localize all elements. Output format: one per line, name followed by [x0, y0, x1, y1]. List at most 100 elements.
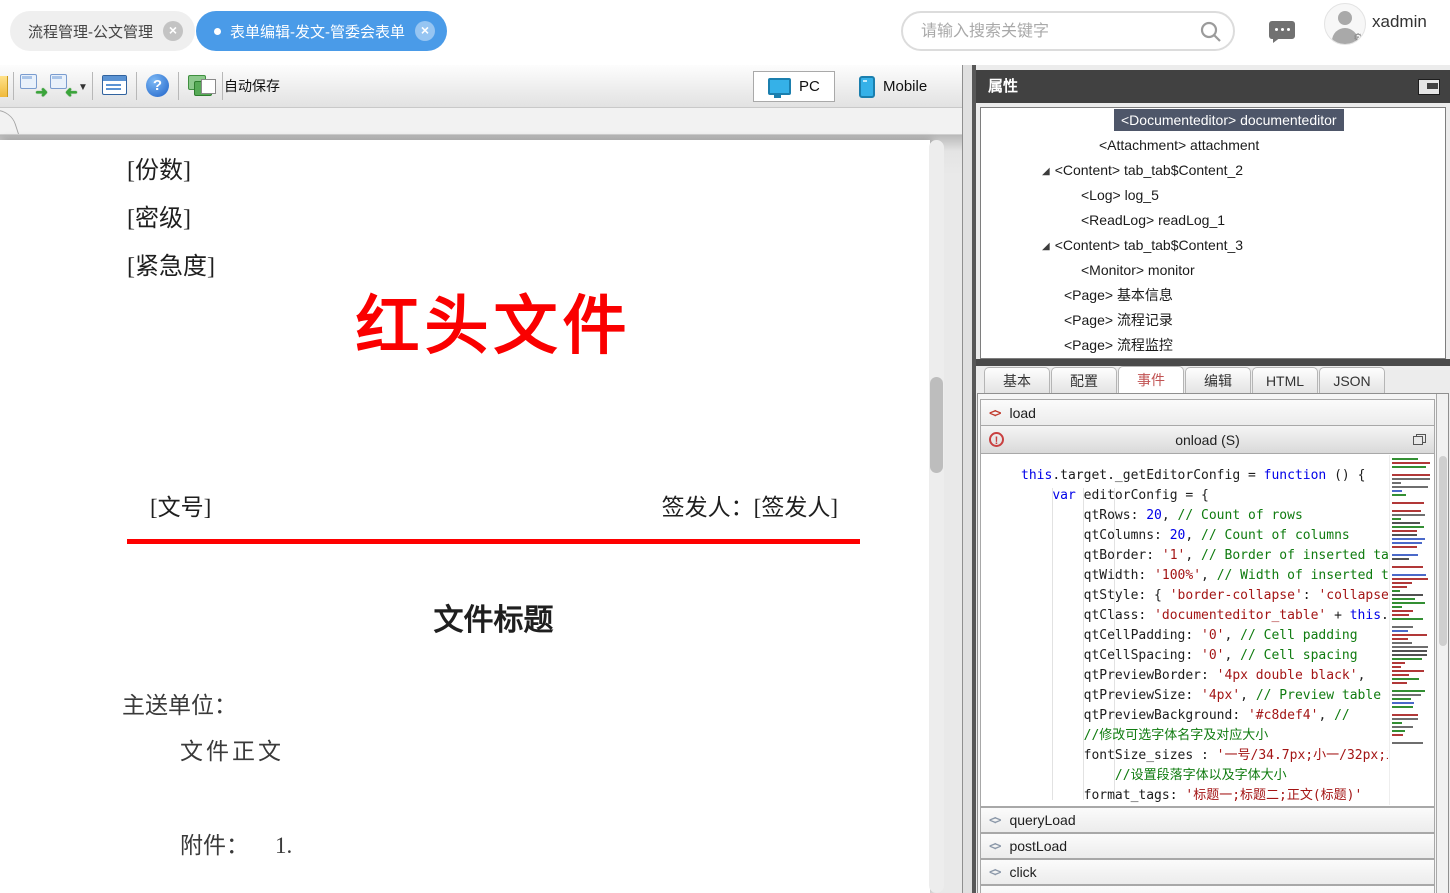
event-label: load — [1009, 404, 1036, 421]
panel-tab-配置[interactable]: 配置 — [1051, 367, 1117, 393]
clipped-save-icon[interactable] — [0, 76, 8, 97]
search-icon[interactable] — [1199, 20, 1223, 44]
tree-node-log_5[interactable]: <Log> log_5 — [981, 183, 1445, 208]
red-divider-line — [127, 539, 860, 544]
code-editor[interactable]: this.target._getEditorConfig = function … — [980, 454, 1435, 807]
autosave-checkbox[interactable] — [201, 79, 216, 94]
field-urgency[interactable]: [紧急度] — [127, 246, 215, 281]
page-scrollbar-thumb[interactable] — [930, 377, 943, 473]
designer-toolbar: ➜ ➜ ▼ ? 自动保存 PC Mobile — [0, 65, 962, 108]
mobile-label: Mobile — [883, 78, 928, 95]
event-row-click[interactable]: <> click — [980, 859, 1435, 885]
tree-node-label: <Attachment> attachment — [1099, 137, 1260, 153]
tree-node-tab_tab$Content_3[interactable]: ◢ <Content> tab_tab$Content_3 — [981, 233, 1445, 258]
document-page[interactable]: [份数] [密级] [紧急度] 红头文件 [文号] 签发人：[签发人] 文件标题… — [0, 140, 930, 893]
export-icon[interactable]: ➜ — [20, 74, 48, 101]
panel-splitter[interactable] — [962, 65, 976, 893]
events-scrollbar-thumb[interactable] — [1439, 456, 1447, 646]
expander-icon[interactable]: ◢ — [1042, 234, 1050, 259]
tree-node-label: <Monitor> monitor — [1081, 262, 1195, 278]
canvas-tab-strip — [0, 108, 962, 135]
attachment-label: 附件： — [180, 833, 249, 858]
field-body[interactable]: 文件正文 — [180, 732, 284, 766]
event-label: postLoad — [1009, 838, 1068, 854]
page-scrollbar[interactable] — [929, 140, 944, 893]
avatar-head — [1338, 11, 1352, 25]
tree-node-流程记录[interactable]: <Page> 流程记录 — [981, 308, 1445, 333]
username[interactable]: xadmin — [1372, 12, 1427, 32]
events-pane: <> load ! onload (S) this.target._getEdi… — [977, 393, 1449, 893]
monitor-icon — [768, 78, 791, 98]
nav-tab-process-management[interactable]: 流程管理-公文管理 × — [10, 11, 195, 51]
close-icon[interactable]: × — [415, 21, 435, 41]
tree-node-tab_tab$Content_2[interactable]: ◢ <Content> tab_tab$Content_2 — [981, 158, 1445, 183]
nav-tab-label: 流程管理-公文管理 — [28, 23, 153, 41]
tree-splitter[interactable] — [976, 359, 1450, 366]
app-window: 流程管理-公文管理 × 表单编辑-发文-管委会表单 × ⚙ xadmin ➜ ➜ — [0, 0, 1450, 893]
message-dots — [1275, 28, 1278, 31]
form-properties-icon[interactable] — [102, 75, 127, 95]
code-text[interactable]: this.target._getEditorConfig = function … — [981, 454, 1388, 806]
close-icon[interactable]: × — [163, 21, 183, 41]
field-copies[interactable]: [份数] — [127, 150, 191, 185]
field-attachment[interactable]: 附件： 1. — [180, 826, 292, 860]
events-scrollbar[interactable] — [1436, 394, 1448, 893]
import-icon[interactable]: ➜ — [50, 74, 78, 101]
top-header: 流程管理-公文管理 × 表单编辑-发文-管委会表单 × ⚙ xadmin — [0, 0, 1450, 65]
document-content: [份数] [密级] [紧急度] 红头文件 [文号] 签发人：[签发人] 文件标题… — [0, 140, 930, 893]
event-label: click — [1009, 864, 1037, 880]
panel-tab-HTML[interactable]: HTML — [1252, 367, 1318, 393]
properties-panel: 属性 <Documenteditor> documenteditor <Attac… — [976, 65, 1450, 893]
onload-editor-header: ! onload (S) — [980, 426, 1435, 454]
field-main-to[interactable]: 主送单位： — [122, 686, 237, 720]
event-row-queryLoad[interactable]: <> queryLoad — [980, 807, 1435, 833]
red-header-title[interactable]: 红头文件 — [127, 286, 860, 368]
tree-node-label: <Page> 基本信息 — [1064, 287, 1173, 303]
tree-node-label: <Documenteditor> documenteditor — [1114, 109, 1344, 131]
help-icon[interactable]: ? — [146, 74, 169, 97]
tree-node-attachment[interactable]: <Attachment> attachment — [981, 133, 1445, 158]
gear-icon: ⚙ — [1353, 32, 1363, 44]
issuer-value[interactable]: [签发人] — [754, 495, 838, 520]
expander-icon[interactable]: ◢ — [1042, 159, 1050, 184]
panel-tabs: 基本 配置 事件 编辑 HTML JSON — [976, 366, 1450, 393]
panel-tab-编辑[interactable]: 编辑 — [1185, 367, 1251, 393]
tree-node-readLog_1[interactable]: <ReadLog> readLog_1 — [981, 208, 1445, 233]
search-input[interactable] — [919, 16, 1193, 48]
issuer-label: 签发人： — [661, 495, 754, 520]
attachment-item[interactable]: 1. — [275, 833, 292, 858]
event-row-dblclick[interactable]: <>dblclick — [980, 885, 1435, 893]
restore-window-icon[interactable] — [1413, 434, 1426, 445]
panel-tab-事件[interactable]: 事件 — [1118, 366, 1184, 393]
field-doc-title[interactable]: 文件标题 — [127, 595, 860, 639]
panel-tab-JSON[interactable]: JSON — [1319, 367, 1385, 393]
tree-node-label: <Log> log_5 — [1081, 187, 1159, 203]
search-box[interactable] — [901, 11, 1235, 51]
panel-toggle-icon[interactable] — [1418, 79, 1440, 95]
field-issuer[interactable]: 签发人：[签发人] — [662, 488, 838, 522]
avatar[interactable]: ⚙ — [1324, 3, 1366, 45]
message-icon[interactable] — [1269, 21, 1295, 43]
event-row-postLoad[interactable]: <> postLoad — [980, 833, 1435, 859]
nav-tab-form-edit[interactable]: 表单编辑-发文-管委会表单 × — [196, 11, 447, 51]
component-tree: <Documenteditor> documenteditor <Attachme… — [980, 107, 1446, 359]
tree-node-monitor[interactable]: <Monitor> monitor — [981, 258, 1445, 283]
pc-view-button[interactable]: PC — [753, 71, 835, 102]
nav-tab-label: 表单编辑-发文-管委会表单 — [230, 23, 405, 41]
tree-node-label: <Page> 流程记录 — [1064, 312, 1173, 328]
field-secrecy[interactable]: [密级] — [127, 198, 191, 233]
event-row-load[interactable]: <> load — [980, 399, 1435, 426]
mobile-view-button[interactable]: Mobile — [845, 71, 941, 102]
tree-node-流程监控[interactable]: <Page> 流程监控 — [981, 333, 1445, 358]
tree-node-label: <Content> tab_tab$Content_3 — [1054, 237, 1244, 253]
pc-label: PC — [799, 78, 820, 95]
code-minimap[interactable] — [1389, 455, 1433, 805]
tree-node-label: <Page> 流程监控 — [1064, 337, 1173, 353]
tree-node-documenteditor[interactable]: <Documenteditor> documenteditor — [981, 108, 1445, 133]
field-doc-number[interactable]: [文号] — [150, 488, 211, 522]
dropdown-caret-icon[interactable]: ▼ — [78, 82, 88, 93]
tree-node-基本信息[interactable]: <Page> 基本信息 — [981, 283, 1445, 308]
panel-tab-基本[interactable]: 基本 — [984, 367, 1050, 393]
tree-node-label: <ReadLog> readLog_1 — [1081, 212, 1226, 228]
form-canvas: [份数] [密级] [紧急度] 红头文件 [文号] 签发人：[签发人] 文件标题… — [0, 135, 962, 893]
